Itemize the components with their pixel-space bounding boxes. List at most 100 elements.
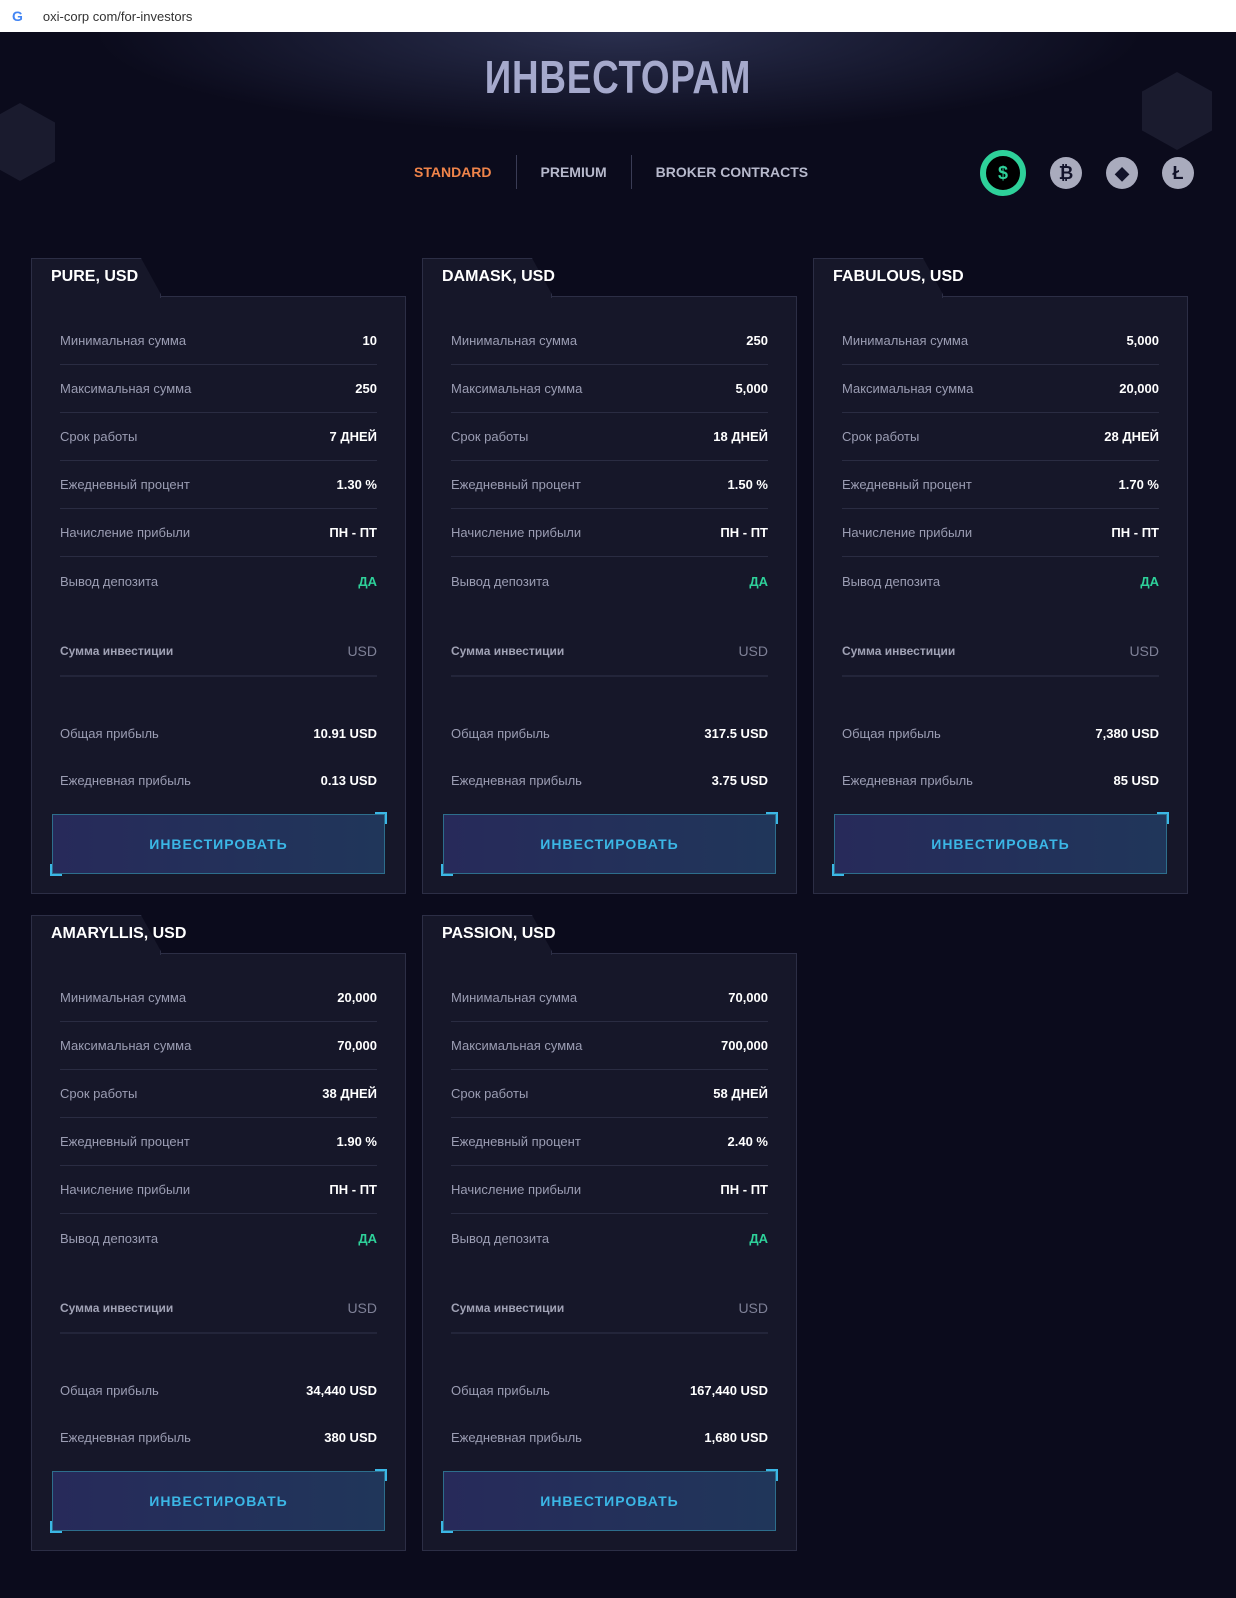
plan-row-withdraw: Вывод депозита ДА <box>60 557 377 605</box>
row-label: Срок работы <box>842 429 920 444</box>
invest-button[interactable]: ИНВЕСТИРОВАТЬ <box>441 1469 778 1533</box>
row-label: Общая прибыль <box>60 1382 159 1398</box>
invest-button[interactable]: ИНВЕСТИРОВАТЬ <box>50 1469 387 1533</box>
row-value: 10.91 USD <box>313 725 377 741</box>
row-value: 3.75 USD <box>711 772 768 788</box>
row-value: ПН - ПТ <box>329 525 377 540</box>
row-label: Общая прибыль <box>451 1382 550 1398</box>
investment-amount-input[interactable]: Сумма инвестиции USD <box>451 1284 768 1334</box>
row-label: Начисление прибыли <box>60 1182 191 1197</box>
row-value: 7 ДНЕЙ <box>329 429 377 444</box>
row-label: Ежедневная прибыль <box>60 1429 191 1445</box>
row-value: ДА <box>749 573 768 589</box>
row-value: 1,680 USD <box>704 1429 768 1445</box>
investment-amount-input[interactable]: Сумма инвестиции USD <box>60 627 377 677</box>
daily-profit-row: Ежедневная прибыль 3.75 USD <box>451 756 768 804</box>
row-label: Ежедневный процент <box>451 1134 581 1149</box>
google-g-icon: G <box>12 8 23 24</box>
plan-card: Минимальная сумма 10 Максимальная сумма 250… <box>31 258 406 894</box>
row-label: Начисление прибыли <box>451 1182 582 1197</box>
investment-amount-input[interactable]: Сумма инвестиции USD <box>60 1284 377 1334</box>
tab-broker-contracts[interactable]: BROKER CONTRACTS <box>630 155 832 189</box>
investment-amount-input[interactable]: Сумма инвестиции USD <box>451 627 768 677</box>
row-label: Начисление прибыли <box>842 525 973 540</box>
plan-card-body: Минимальная сумма 10 Максимальная сумма 250… <box>31 296 406 894</box>
row-label: Вывод депозита <box>451 1230 550 1246</box>
bitcoin-icon[interactable]: ₿ <box>1050 157 1082 189</box>
plan-row-daily-pct: Ежедневный процент 1.70 % <box>842 461 1159 509</box>
investment-amount-input[interactable]: Сумма инвестиции USD <box>842 627 1159 677</box>
plan-row-term: Срок работы 38 ДНЕЙ <box>60 1070 377 1118</box>
plan-card-body: Минимальная сумма 20,000 Максимальная сумм… <box>31 953 406 1551</box>
total-profit-row: Общая прибыль 7,380 USD <box>842 709 1159 757</box>
row-value: 2.40 % <box>727 1134 768 1149</box>
row-value: 700,000 <box>721 1038 768 1053</box>
invest-button[interactable]: ИНВЕСТИРОВАТЬ <box>50 812 387 876</box>
plan-row-daily-pct: Ежедневный процент 2.40 % <box>451 1118 768 1166</box>
invest-button[interactable]: ИНВЕСТИРОВАТЬ <box>441 812 778 876</box>
plan-title: DAMASK, USD <box>442 268 555 285</box>
row-value: 70,000 <box>337 1038 377 1053</box>
row-label: Максимальная сумма <box>842 381 974 396</box>
input-label: Сумма инвестиции <box>60 644 174 658</box>
plan-row-max: Максимальная сумма 70,000 <box>60 1022 377 1070</box>
row-label: Минимальная сумма <box>60 990 187 1005</box>
row-label: Общая прибыль <box>842 725 941 741</box>
plan-card-body: Минимальная сумма 5,000 Максимальная сумма… <box>813 296 1188 894</box>
row-label: Вывод депозита <box>60 1230 159 1246</box>
plan-row-accrual: Начисление прибыли ПН - ПТ <box>60 509 377 557</box>
row-value: 85 USD <box>1113 772 1159 788</box>
row-value: 1.70 % <box>1118 477 1159 492</box>
row-label: Минимальная сумма <box>451 990 578 1005</box>
row-value: 7,380 USD <box>1095 725 1159 741</box>
row-label: Срок работы <box>451 1086 529 1101</box>
plan-card: Минимальная сумма 5,000 Максимальная сумма… <box>813 258 1188 894</box>
page-title: ИНВЕСТОРАМ <box>484 51 752 103</box>
plan-row-withdraw: Вывод депозита ДА <box>451 557 768 605</box>
row-label: Максимальная сумма <box>451 381 583 396</box>
plan-title: PASSION, USD <box>442 925 556 942</box>
currency-suffix: USD <box>738 643 768 659</box>
plan-row-withdraw: Вывод депозита ДА <box>842 557 1159 605</box>
row-value: 58 ДНЕЙ <box>713 1086 768 1101</box>
row-value: 38 ДНЕЙ <box>322 1086 377 1101</box>
ethereum-icon[interactable]: ◆ <box>1106 157 1138 189</box>
dollar-icon[interactable]: $ <box>980 150 1026 196</box>
row-value: 1.30 % <box>336 477 377 492</box>
daily-profit-row: Ежедневная прибыль 380 USD <box>60 1413 377 1461</box>
tab-premium[interactable]: PREMIUM <box>515 155 631 189</box>
currency-suffix: USD <box>738 1300 768 1316</box>
row-value: 0.13 USD <box>320 772 377 788</box>
input-label: Сумма инвестиции <box>60 1301 174 1315</box>
row-label: Минимальная сумма <box>60 333 187 348</box>
input-label: Сумма инвестиции <box>451 1301 565 1315</box>
plan-row-max: Максимальная сумма 700,000 <box>451 1022 768 1070</box>
plan-card: Минимальная сумма 250 Максимальная сумма 5,… <box>422 258 797 894</box>
daily-profit-row: Ежедневная прибыль 1,680 USD <box>451 1413 768 1461</box>
row-value: ПН - ПТ <box>720 525 768 540</box>
plan-row-daily-pct: Ежедневный процент 1.50 % <box>451 461 768 509</box>
plan-tabs: STANDARD PREMIUM BROKER CONTRACTS <box>390 155 832 189</box>
currency-suffix: USD <box>347 1300 377 1316</box>
plan-row-term: Срок работы 7 ДНЕЙ <box>60 413 377 461</box>
row-label: Максимальная сумма <box>60 1038 192 1053</box>
row-label: Вывод депозита <box>842 573 941 589</box>
plan-title: PURE, USD <box>51 268 139 285</box>
plan-row-accrual: Начисление прибыли ПН - ПТ <box>842 509 1159 557</box>
plan-row-max: Максимальная сумма 5,000 <box>451 365 768 413</box>
address-bar[interactable]: G oxi-corp com/for-investors <box>0 0 1236 32</box>
url-text[interactable]: oxi-corp com/for-investors <box>43 9 193 24</box>
row-value: 250 <box>355 381 377 396</box>
invest-button[interactable]: ИНВЕСТИРОВАТЬ <box>832 812 1169 876</box>
litecoin-icon[interactable]: Ł <box>1162 157 1194 189</box>
tab-standard[interactable]: STANDARD <box>390 155 516 189</box>
row-label: Начисление прибыли <box>60 525 191 540</box>
row-label: Срок работы <box>451 429 529 444</box>
row-value: 20,000 <box>1119 381 1159 396</box>
input-label: Сумма инвестиции <box>842 644 956 658</box>
row-label: Общая прибыль <box>451 725 550 741</box>
plan-row-accrual: Начисление прибыли ПН - ПТ <box>451 509 768 557</box>
plan-card: Минимальная сумма 20,000 Максимальная сумм… <box>31 915 406 1551</box>
plan-card: Минимальная сумма 70,000 Максимальная сумм… <box>422 915 797 1551</box>
plan-row-max: Максимальная сумма 20,000 <box>842 365 1159 413</box>
